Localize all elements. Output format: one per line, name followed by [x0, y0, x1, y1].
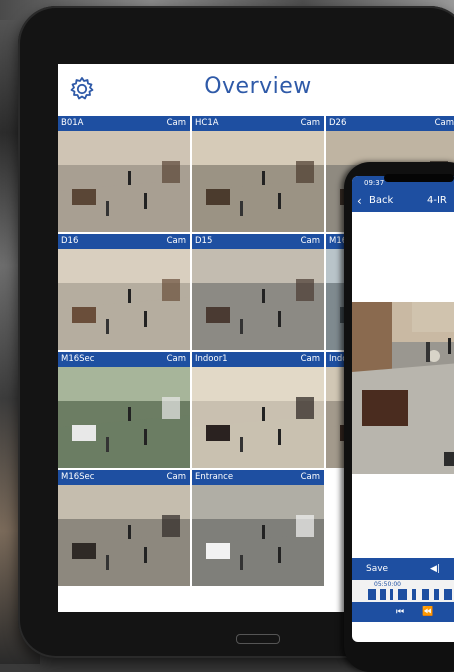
camera-tile-header: B01A Cam	[58, 116, 190, 131]
camera-tile[interactable]: HC1A Cam	[192, 116, 324, 232]
save-button[interactable]: Save	[366, 558, 388, 580]
phone-video-feed[interactable]	[352, 302, 454, 474]
camera-tile-header: D26 Cam	[326, 116, 454, 131]
camera-tile[interactable]: M16Sec Cam	[58, 352, 190, 468]
camera-name: M16Sec	[61, 354, 95, 364]
camera-feed	[58, 485, 190, 586]
camera-feed	[192, 485, 324, 586]
camera-label: Cam	[300, 118, 320, 128]
camera-feed	[192, 249, 324, 350]
camera-name: D15	[195, 236, 213, 246]
camera-tile[interactable]: B01A Cam	[58, 116, 190, 232]
camera-tile-header: Indoor1 Cam	[192, 352, 324, 367]
camera-label: Cam	[166, 472, 186, 482]
playback-bar: ⏮ ⏪	[352, 602, 454, 622]
camera-feed	[58, 131, 190, 232]
camera-tile[interactable]: D15 Cam	[192, 234, 324, 350]
camera-label: Cam	[300, 354, 320, 364]
camera-label: Cam	[166, 118, 186, 128]
phone-screen: 09:37 ‹ Back 4-IR Save ◀| 05:50:00 ⏮ ⏪	[352, 176, 454, 642]
home-button[interactable]	[236, 634, 280, 644]
camera-name: Entrance	[195, 472, 234, 482]
camera-name: Indoor1	[195, 354, 228, 364]
timeline-timestamp: 05:50:00	[374, 581, 401, 588]
phone-speaker	[384, 174, 454, 182]
camera-tile-header: D15 Cam	[192, 234, 324, 249]
camera-name: D16	[61, 236, 79, 246]
timeline[interactable]: 05:50:00	[352, 580, 454, 602]
camera-label: Cam	[300, 472, 320, 482]
camera-feed	[58, 367, 190, 468]
skip-back-icon[interactable]: ⏮	[396, 602, 404, 622]
phone-nav-bar: ‹ Back 4-IR	[352, 190, 454, 212]
camera-tile-header: HC1A Cam	[192, 116, 324, 131]
camera-tile[interactable]: Entrance Cam	[192, 470, 324, 586]
camera-tile[interactable]: Indoor1 Cam	[192, 352, 324, 468]
phone-device: 09:37 ‹ Back 4-IR Save ◀| 05:50:00 ⏮ ⏪	[344, 162, 454, 672]
camera-tile-header: M16Sec Cam	[58, 470, 190, 485]
camera-label: Cam	[166, 236, 186, 246]
top-bar: Overview	[58, 64, 454, 116]
camera-label: Cam	[434, 118, 454, 128]
camera-tile-header: D16 Cam	[58, 234, 190, 249]
camera-label: Cam	[300, 236, 320, 246]
camera-tile-header: M16Sec Cam	[58, 352, 190, 367]
back-button[interactable]: Back	[369, 190, 393, 212]
phone-control-bar: Save ◀|	[352, 558, 454, 580]
camera-feed	[192, 367, 324, 468]
camera-name: HC1A	[195, 118, 219, 128]
camera-name: M16Sec	[61, 472, 95, 482]
camera-name: B01A	[61, 118, 84, 128]
page-title: Overview	[204, 74, 312, 99]
camera-tile-header: Entrance Cam	[192, 470, 324, 485]
camera-feed	[192, 131, 324, 232]
phone-camera-title: 4-IR	[427, 195, 447, 206]
camera-feed	[58, 249, 190, 350]
camera-tile[interactable]: D16 Cam	[58, 234, 190, 350]
rewind-icon[interactable]: ⏪	[422, 602, 433, 622]
timeline-track[interactable]	[368, 589, 454, 600]
chevron-left-icon[interactable]: ‹	[357, 190, 362, 212]
step-back-icon[interactable]: ◀|	[430, 558, 440, 580]
camera-tile[interactable]: M16Sec Cam	[58, 470, 190, 586]
camera-label: Cam	[166, 354, 186, 364]
camera-name: D26	[329, 118, 347, 128]
